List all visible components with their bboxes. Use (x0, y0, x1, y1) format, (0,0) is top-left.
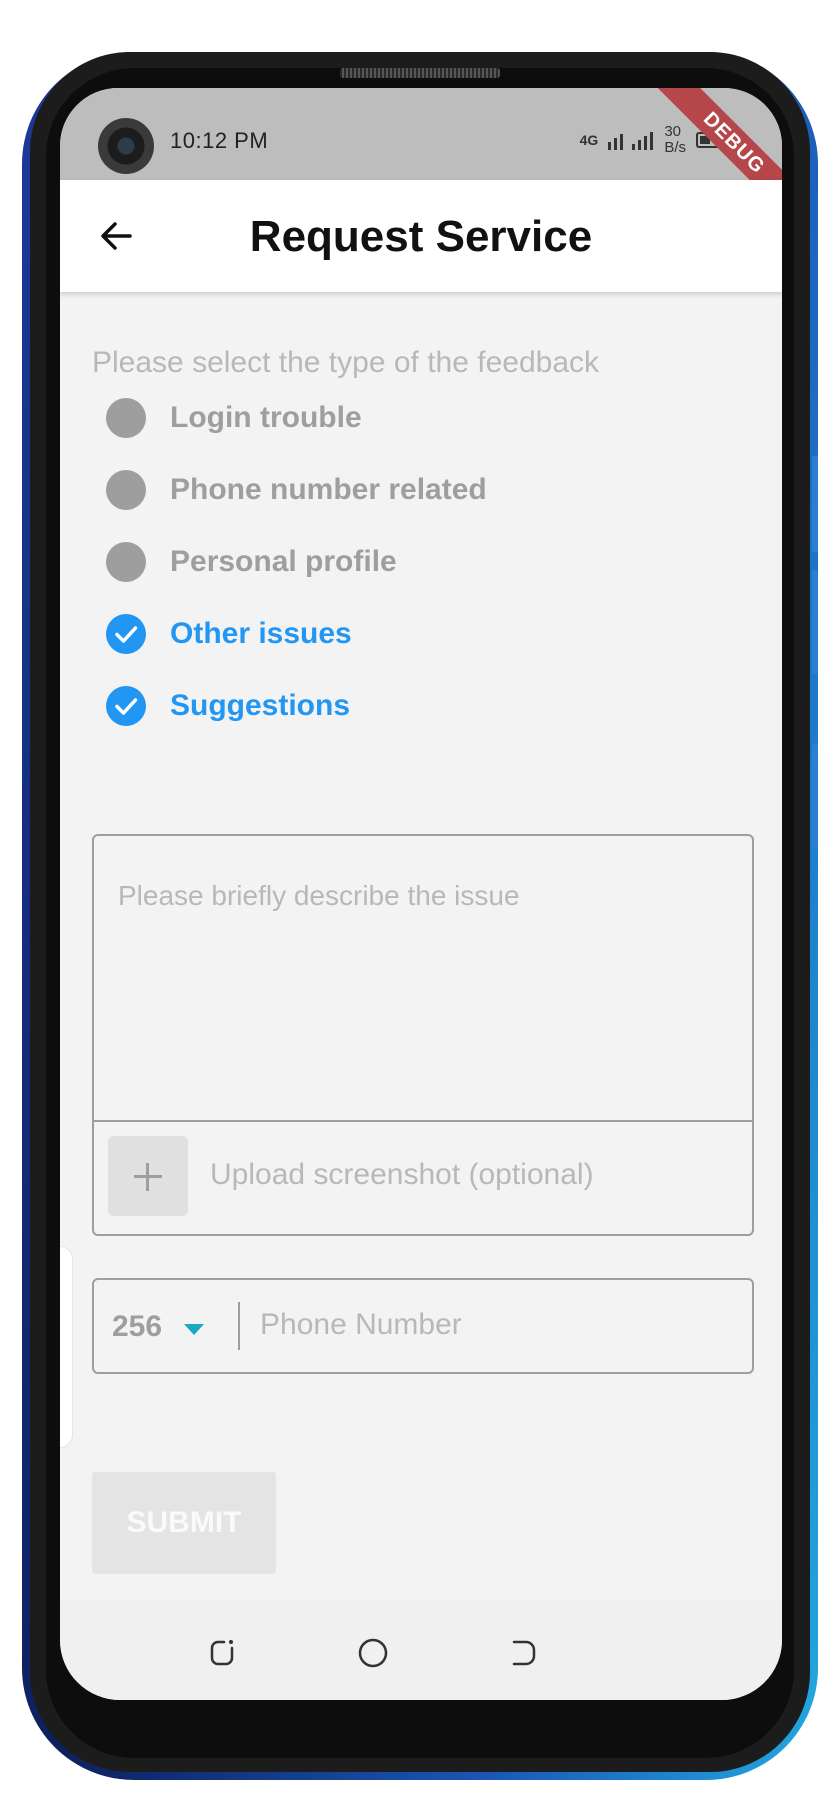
phone-number-field: 256 Phone Number (92, 1278, 754, 1374)
add-screenshot-button[interactable] (108, 1136, 188, 1216)
upload-screenshot-label: Upload screenshot (optional) (210, 1158, 594, 1191)
power-button (812, 744, 818, 850)
page-title: Request Service (249, 212, 593, 261)
feedback-type-prompt: Please select the type of the feedback (92, 346, 599, 379)
system-nav-bar (60, 1600, 782, 1700)
option-phone-number-related[interactable]: Phone number related (106, 460, 487, 520)
status-bar: 10:12 PM 4G 30 B/s DEBUG (60, 88, 782, 225)
divider (238, 1302, 240, 1350)
issue-description-input[interactable]: Please briefly describe the issue (118, 880, 520, 912)
check-circle-icon[interactable] (106, 614, 146, 654)
option-label: Login trouble (170, 401, 362, 434)
option-suggestions[interactable]: Suggestions (106, 676, 350, 736)
volume-down-button (812, 570, 818, 674)
option-label: Phone number related (170, 473, 487, 506)
option-label: Other issues (170, 617, 352, 650)
network-type: 4G (579, 132, 599, 148)
back-nav-icon[interactable] (508, 1638, 538, 1668)
app-screen: 10:12 PM 4G 30 B/s DEBUG Request Service… (60, 88, 782, 1700)
unchecked-circle-icon[interactable] (106, 542, 146, 582)
divider (94, 1120, 752, 1122)
dropdown-caret-icon[interactable] (184, 1324, 204, 1335)
net-speed: 30 B/s (664, 124, 686, 156)
net-speed-value: 30 (664, 123, 681, 140)
signal-icon (608, 132, 654, 150)
unchecked-circle-icon[interactable] (106, 398, 146, 438)
unchecked-circle-icon[interactable] (106, 470, 146, 510)
submit-button[interactable]: SUBMIT (92, 1472, 276, 1574)
side-drawer-handle[interactable] (60, 1246, 73, 1448)
phone-number-input[interactable]: Phone Number (260, 1308, 462, 1342)
front-camera-icon (98, 118, 154, 174)
status-time: 10:12 PM (170, 128, 269, 153)
check-circle-icon[interactable] (106, 686, 146, 726)
option-label: Personal profile (170, 545, 397, 578)
option-login-trouble[interactable]: Login trouble (106, 388, 362, 448)
app-bar: Request Service (60, 180, 782, 292)
option-personal-profile[interactable]: Personal profile (106, 532, 397, 592)
issue-description-box: Please briefly describe the issue Upload… (92, 834, 754, 1236)
option-other-issues[interactable]: Other issues (106, 604, 352, 664)
option-label: Suggestions (170, 689, 351, 722)
recent-apps-icon[interactable] (208, 1638, 238, 1668)
volume-up-button (812, 456, 818, 552)
speaker-grille (340, 68, 500, 78)
home-icon[interactable] (358, 1638, 388, 1668)
country-code-value[interactable]: 256 (112, 1310, 162, 1344)
net-speed-unit: B/s (664, 139, 686, 156)
